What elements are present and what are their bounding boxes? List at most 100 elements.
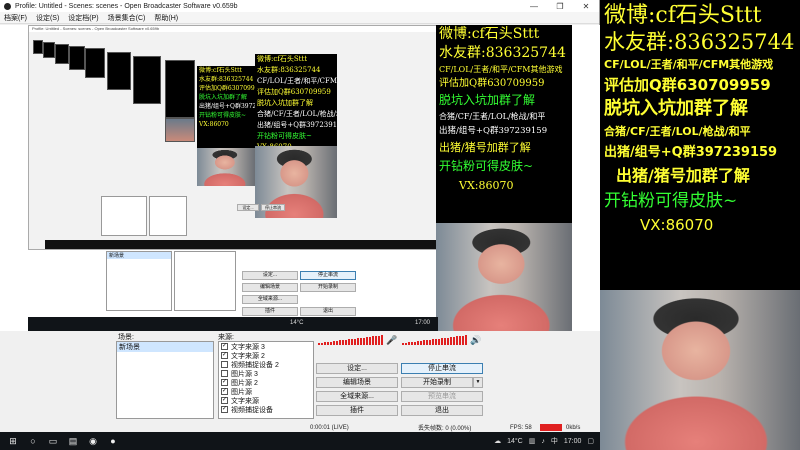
overlay-pig2: 出猪/猪号加群了解 bbox=[439, 141, 531, 154]
meter-bar bbox=[372, 336, 374, 345]
meter-bar bbox=[456, 336, 458, 345]
global-sources-button[interactable]: 全域来源... bbox=[316, 391, 398, 402]
overlay-team: 合猪/CF/王者/LOL/枪战/和平 bbox=[439, 112, 546, 121]
minimize-button[interactable]: — bbox=[521, 2, 547, 11]
recursion-tile bbox=[33, 40, 43, 54]
obs-taskbar-icon[interactable]: ● bbox=[106, 435, 120, 447]
captured-exit-button: 退出 bbox=[300, 307, 356, 316]
meter-bar bbox=[330, 341, 332, 345]
nested-sources-list bbox=[149, 196, 187, 236]
captured-taskbar: 17:00 14°C bbox=[28, 317, 438, 331]
speaker-icon[interactable]: 🔊 bbox=[470, 335, 481, 346]
maximize-button[interactable]: ❐ bbox=[547, 2, 573, 11]
captured-global-button: 全域来源... bbox=[242, 295, 298, 304]
meter-bar bbox=[354, 338, 356, 345]
preview-overlay-panel: 微博:cf石头Sttt 水友群:836325744 CF/LOL/王者/和平/C… bbox=[436, 25, 572, 223]
nested-camera-2 bbox=[197, 148, 255, 186]
meter-bar bbox=[366, 337, 368, 345]
windows-start-icon[interactable]: ⊞ bbox=[6, 435, 20, 447]
volume-icon[interactable]: ♪ bbox=[541, 438, 545, 445]
menu-scene-collection[interactable]: 场景集合(C) bbox=[108, 13, 146, 23]
right-rate: 评估加Q群630709959 bbox=[604, 76, 771, 94]
recursion-camera-tile bbox=[165, 118, 195, 142]
overlay-text: 评估加Q群630709959 bbox=[257, 88, 331, 96]
meter-bar bbox=[336, 340, 338, 345]
browser-icon[interactable]: ◉ bbox=[86, 435, 100, 447]
meter-bar bbox=[465, 335, 467, 345]
source-visibility-checkbox[interactable]: ✓ bbox=[221, 352, 228, 359]
window-controls: — ❐ ✕ bbox=[521, 2, 599, 11]
overlay-vx: VX:86070 bbox=[459, 179, 514, 192]
captured-weather: 14°C bbox=[290, 320, 304, 326]
source-visibility-checkbox[interactable]: ✓ bbox=[221, 379, 228, 386]
meter-bar bbox=[441, 338, 443, 345]
preview-stream-button[interactable]: 预览串流 bbox=[401, 391, 483, 402]
source-visibility-checkbox[interactable] bbox=[221, 361, 228, 368]
meter-bar bbox=[360, 337, 362, 345]
scenes-list[interactable]: 新场景 bbox=[116, 341, 214, 419]
recursion-tile bbox=[165, 60, 195, 118]
meter-bar bbox=[327, 341, 329, 345]
source-visibility-checkbox[interactable]: ✓ bbox=[221, 343, 228, 350]
overlay-text: 评估加Q群630709959 bbox=[199, 85, 255, 92]
notification-icon[interactable]: ▢ bbox=[587, 437, 594, 445]
source-visibility-checkbox[interactable]: ✓ bbox=[221, 397, 228, 404]
meter-bar bbox=[414, 341, 416, 345]
recursion-tile bbox=[85, 48, 105, 78]
menu-profile[interactable]: 设定档(P) bbox=[68, 13, 98, 23]
stream-preview[interactable]: Profile: Untitled - Scenes: scenes - Ope… bbox=[0, 25, 600, 331]
overlay-text: 水友群:836325744 bbox=[199, 76, 254, 83]
close-button[interactable]: ✕ bbox=[573, 2, 599, 11]
meter-bar bbox=[444, 337, 446, 345]
overlay-text: 脱坑入坑加群了解 bbox=[257, 99, 313, 107]
right-skin: 开钻粉可得皮肤~ bbox=[604, 191, 738, 211]
settings-button[interactable]: 设定... bbox=[316, 363, 398, 374]
menu-file[interactable]: 档案(F) bbox=[4, 13, 27, 23]
plugins-button[interactable]: 插件 bbox=[316, 405, 398, 416]
dropped-frames: 丢失帧数: 0 (0.00%) bbox=[418, 426, 472, 432]
exit-button[interactable]: 退出 bbox=[401, 405, 483, 416]
window-title: Profile: Untitled - Scenes: scenes - Ope… bbox=[15, 2, 238, 10]
file-explorer-icon[interactable]: ▤ bbox=[66, 435, 80, 447]
meter-bar bbox=[345, 339, 347, 345]
scene-item[interactable]: 新场景 bbox=[117, 342, 213, 352]
desktop-audio-meter bbox=[318, 335, 396, 345]
microphone-icon[interactable]: 🎤 bbox=[386, 335, 397, 346]
meter-bar bbox=[432, 339, 434, 345]
title-bar: Profile: Untitled - Scenes: scenes - Ope… bbox=[0, 0, 599, 12]
recursion-tile bbox=[43, 42, 55, 58]
nested-preview-1: Profile: Untitled - Scenes: scenes - Ope… bbox=[28, 25, 438, 250]
menu-bar: 档案(F) 设定(S) 设定档(P) 场景集合(C) 帮助(H) bbox=[0, 12, 599, 24]
meter-bar bbox=[438, 338, 440, 345]
overlay-pig: 出猪/组号+Q群397239159 bbox=[439, 126, 548, 136]
meter-bar bbox=[318, 343, 320, 345]
sources-list[interactable]: ✓ 文字来源 3 ✓ 文字来源 2 视频捕捉设备 2 图片源 3 ✓ 图片源 2 ✓ 图片源 ✓ 文字… bbox=[218, 341, 314, 419]
clock[interactable]: 17:00 bbox=[564, 438, 582, 445]
captured-settings-button: 设定... bbox=[242, 271, 298, 280]
record-dropdown-icon[interactable]: ▼ bbox=[473, 377, 483, 388]
live-indicator bbox=[540, 424, 562, 431]
start-record-button[interactable]: 开始录制 bbox=[401, 377, 473, 388]
overlay-skin: 开钻粉可得皮肤~ bbox=[439, 159, 534, 173]
network-icon[interactable]: ▥ bbox=[529, 437, 536, 445]
source-item[interactable]: ✓ 视频捕捉设备 bbox=[219, 405, 313, 414]
stream-time: 0:00:01 (LIVE) bbox=[310, 424, 349, 431]
edit-scene-button[interactable]: 编辑场景 bbox=[316, 377, 398, 388]
meter-bar bbox=[324, 342, 326, 345]
captured-clock: 17:00 bbox=[414, 320, 430, 326]
right-games: CF/LOL/王者/和平/CFM其他游戏 bbox=[604, 58, 774, 71]
source-visibility-checkbox[interactable]: ✓ bbox=[221, 388, 228, 395]
weather-icon: ☁ bbox=[494, 438, 502, 445]
search-icon[interactable]: ○ bbox=[26, 435, 40, 447]
source-visibility-checkbox[interactable]: ✓ bbox=[221, 406, 228, 413]
meter-bar bbox=[435, 339, 437, 345]
ime-indicator[interactable]: 中 bbox=[551, 436, 558, 446]
stop-stream-button[interactable]: 停止串流 bbox=[401, 363, 483, 374]
source-visibility-checkbox[interactable] bbox=[221, 370, 228, 377]
menu-settings[interactable]: 设定(S) bbox=[36, 13, 59, 23]
task-view-icon[interactable]: ▭ bbox=[46, 435, 60, 447]
menu-help[interactable]: 帮助(H) bbox=[154, 13, 178, 23]
meter-bar bbox=[348, 339, 350, 345]
weather-temp: 14°C bbox=[507, 437, 523, 445]
right-weibo: 微博:cf石头Sttt bbox=[604, 3, 762, 28]
